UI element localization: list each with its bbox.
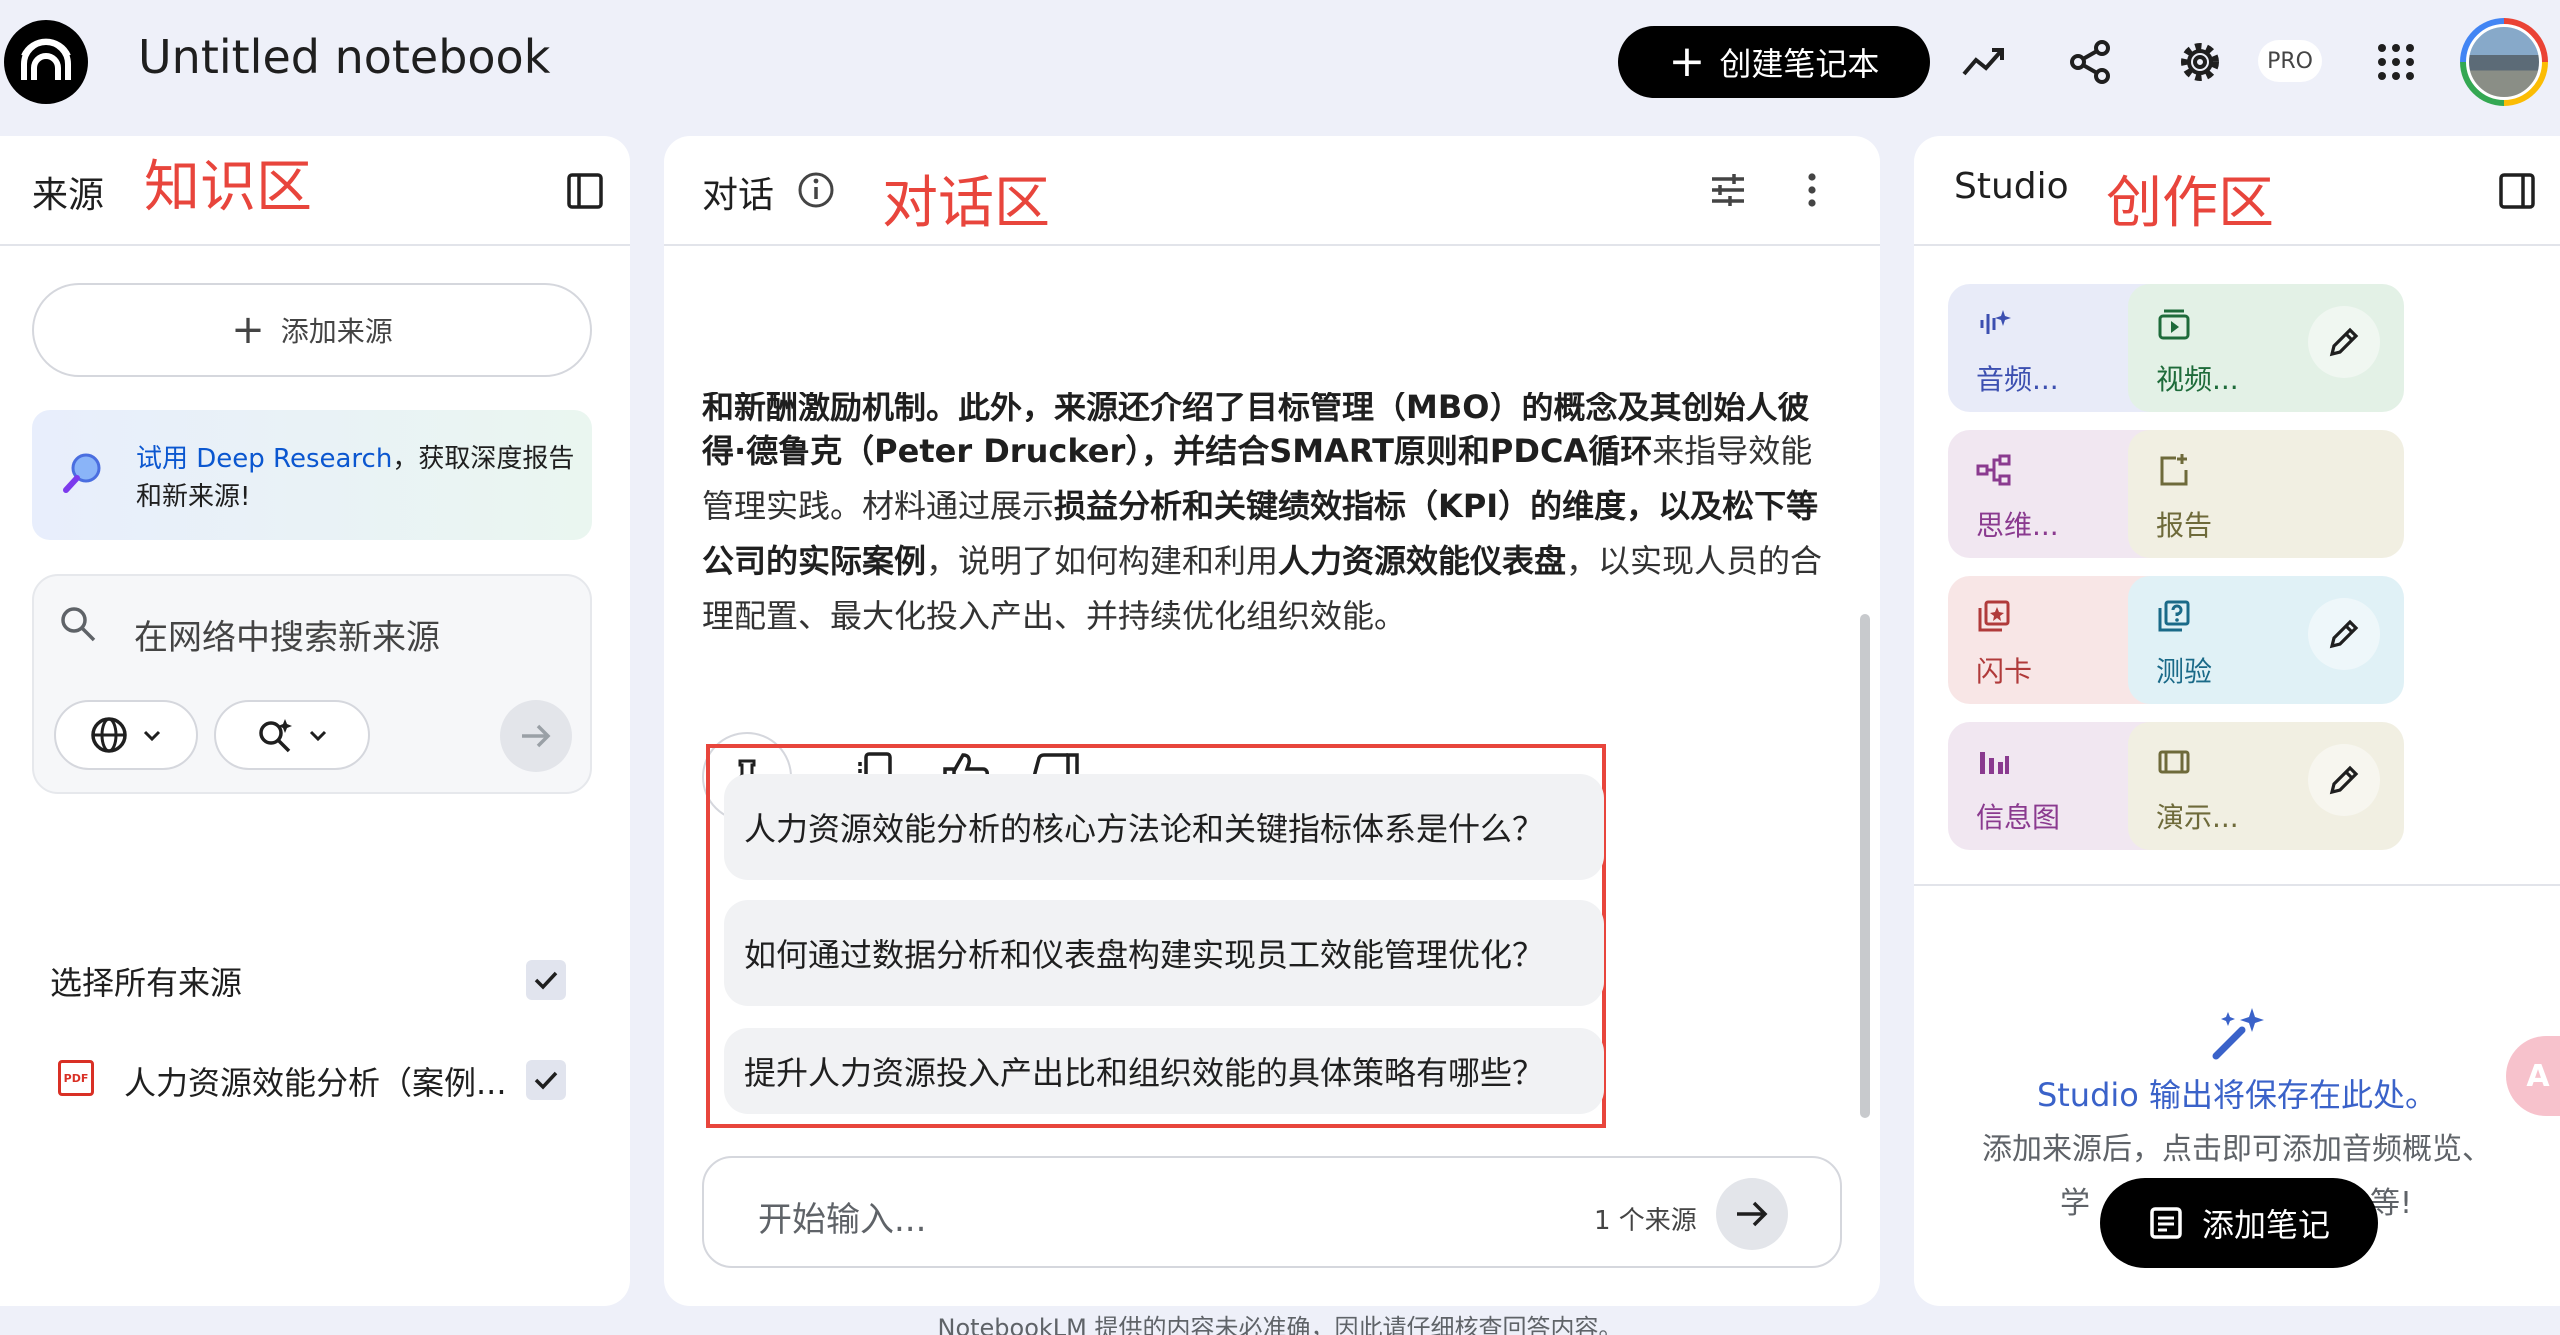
studio-header: Studio 创作区	[1914, 136, 2560, 246]
chat-input[interactable]: 开始输入...	[758, 1192, 926, 1241]
studio-empty-title: Studio 输出将保存在此处。	[2036, 1076, 2438, 1114]
share-icon[interactable]	[2058, 30, 2122, 94]
source-item-name[interactable]: 人力资源效能分析（案例...	[124, 1058, 507, 1104]
collapse-panel-icon[interactable]	[2498, 172, 2536, 210]
edit-icon[interactable]	[2308, 598, 2380, 670]
studio-card-label: 测验	[2156, 655, 2213, 688]
suggested-question[interactable]: 提升人力资源投入产出比和组织效能的具体策略有哪些？	[724, 1028, 1604, 1114]
magic-wand-icon	[2208, 1004, 2268, 1064]
report-icon	[2156, 452, 2192, 488]
studio-title: Studio	[1954, 166, 2069, 207]
studio-card-label: 音频...	[1976, 363, 2059, 396]
knowledge-area-annotation: 知识区	[144, 155, 312, 220]
suggested-question[interactable]: 人力资源效能分析的核心方法论和关键指标体系是什么？	[724, 774, 1604, 880]
studio-panel: Studio 创作区 音频... 视频... 思维... 报告闪卡 测验信息图 演示...…	[1914, 136, 2560, 1306]
studio-card-label: 视频...	[2156, 363, 2239, 396]
deep-research-link[interactable]: 试用 Deep Research	[136, 444, 392, 474]
studio-card-label: 信息图	[1976, 801, 2061, 834]
add-source-label: 添加来源	[280, 315, 393, 348]
create-notebook-button[interactable]: + 创建笔记本	[1618, 26, 1930, 98]
answer-bold-1: 得·德鲁克（Peter Drucker），并结合SMART原则和PDCA循环	[702, 432, 1653, 470]
pro-badge: PRO	[2258, 40, 2322, 82]
edit-icon[interactable]	[2308, 306, 2380, 378]
chat-answer-text: 和新酬激励机制。此外，来源还介绍了目标管理（MBO）的概念及其创始人彼 得·德鲁…	[702, 392, 1842, 644]
studio-divider	[1914, 884, 2560, 886]
more-options-icon[interactable]	[1804, 170, 1820, 210]
source-type-dropdown[interactable]	[54, 700, 198, 770]
deep-research-banner[interactable]: 试用 Deep Research，获取深度报告和新来源!	[32, 410, 592, 540]
chat-input-box[interactable]: 开始输入... 1 个来源	[702, 1156, 1842, 1268]
add-note-button[interactable]: 添加笔记	[2100, 1178, 2378, 1268]
edit-icon[interactable]	[2308, 744, 2380, 816]
studio-card-report[interactable]: 报告	[2128, 430, 2404, 558]
mindmap-icon	[1976, 452, 2012, 488]
plus-icon: +	[231, 307, 265, 353]
studio-card-slides[interactable]: 演示...	[2128, 722, 2404, 850]
deep-research-text: 试用 Deep Research，获取深度报告和新来源!	[136, 440, 592, 516]
info-icon[interactable]	[796, 170, 836, 210]
globe-icon	[89, 715, 129, 755]
source-count: 1 个来源	[1594, 1206, 1697, 1236]
answer-bold-5: 人力资源效能仪表盘	[1278, 542, 1567, 580]
search-submit-button[interactable]	[500, 700, 572, 772]
notebook-title[interactable]: Untitled notebook	[138, 30, 550, 84]
chat-panel: 对话 对话区 和新酬激励机制。此外，来源还介绍了目标管理（MBO）的概念及其创始…	[664, 136, 1880, 1306]
chat-scrollbar[interactable]	[1860, 614, 1870, 1118]
settings-icon[interactable]	[2168, 30, 2232, 94]
web-search-box: 在网络中搜索新来源	[32, 574, 592, 794]
apps-grid-icon[interactable]	[2364, 30, 2428, 94]
slides-icon	[2156, 744, 2192, 780]
infographic-icon	[1976, 744, 2012, 780]
studio-card-quiz[interactable]: 测验	[2128, 576, 2404, 704]
disclaimer-text: NotebookLM 提供的内容未必准确，因此请仔细核查回答内容。	[937, 1314, 1623, 1335]
quiz-icon	[2156, 598, 2192, 634]
analytics-icon[interactable]	[1952, 30, 2016, 94]
answer-text-4: ，说明了如何构建和利用	[926, 542, 1279, 580]
source-checkbox[interactable]	[526, 1060, 566, 1100]
web-search-input[interactable]: 在网络中搜索新来源	[134, 610, 440, 659]
suggested-question[interactable]: 如何通过数据分析和仪表盘构建实现员工效能管理优化？	[724, 900, 1604, 1006]
sparkle-search-icon	[255, 715, 295, 755]
answer-truncated-line: 和新酬激励机制。此外，来源还介绍了目标管理（MBO）的概念及其创始人彼	[702, 392, 1810, 422]
creation-area-annotation: 创作区	[2106, 171, 2274, 236]
video-icon	[2156, 306, 2192, 342]
collapse-panel-icon[interactable]	[566, 172, 604, 210]
chat-header: 对话 对话区	[664, 136, 1880, 246]
search-mode-dropdown[interactable]	[214, 700, 370, 770]
studio-card-label: 演示...	[2156, 801, 2239, 834]
chat-settings-icon[interactable]	[1708, 170, 1748, 210]
studio-card-label: 报告	[2156, 509, 2213, 542]
note-icon	[2148, 1205, 2184, 1241]
search-icon	[58, 604, 100, 646]
studio-card-label: 思维...	[1976, 509, 2059, 542]
select-all-label: 选择所有来源	[50, 964, 243, 1002]
studio-empty-line2-start: 学	[2060, 1186, 2090, 1221]
notebooklm-logo-icon[interactable]	[4, 20, 88, 104]
chat-area-annotation: 对话区	[882, 171, 1050, 236]
studio-card-label: 闪卡	[1976, 655, 2033, 688]
chat-title: 对话	[702, 175, 775, 216]
add-source-button[interactable]: + 添加来源	[32, 283, 592, 377]
pdf-icon: PDF	[58, 1060, 94, 1096]
chevron-down-icon	[307, 724, 329, 746]
plus-icon: +	[1668, 36, 1706, 87]
select-all-checkbox[interactable]	[526, 960, 566, 1000]
send-button[interactable]	[1716, 1178, 1788, 1250]
chevron-down-icon	[141, 724, 163, 746]
add-note-label: 添加笔记	[2201, 1206, 2330, 1244]
create-notebook-label: 创建笔记本	[1719, 45, 1880, 83]
sources-header: 来源 知识区	[0, 136, 630, 246]
flashcard-icon	[1976, 598, 2012, 634]
account-avatar[interactable]	[2460, 18, 2548, 106]
magnifier-icon	[60, 450, 106, 496]
sources-panel: 来源 知识区 + 添加来源 试用 Deep Research，获取深度报告和新来…	[0, 136, 630, 1306]
studio-empty-line1: 添加来源后，点击即可添加音频概览、	[1982, 1132, 2492, 1167]
audio-icon	[1976, 306, 2012, 342]
studio-card-video[interactable]: 视频...	[2128, 284, 2404, 412]
sources-title: 来源	[32, 175, 105, 216]
